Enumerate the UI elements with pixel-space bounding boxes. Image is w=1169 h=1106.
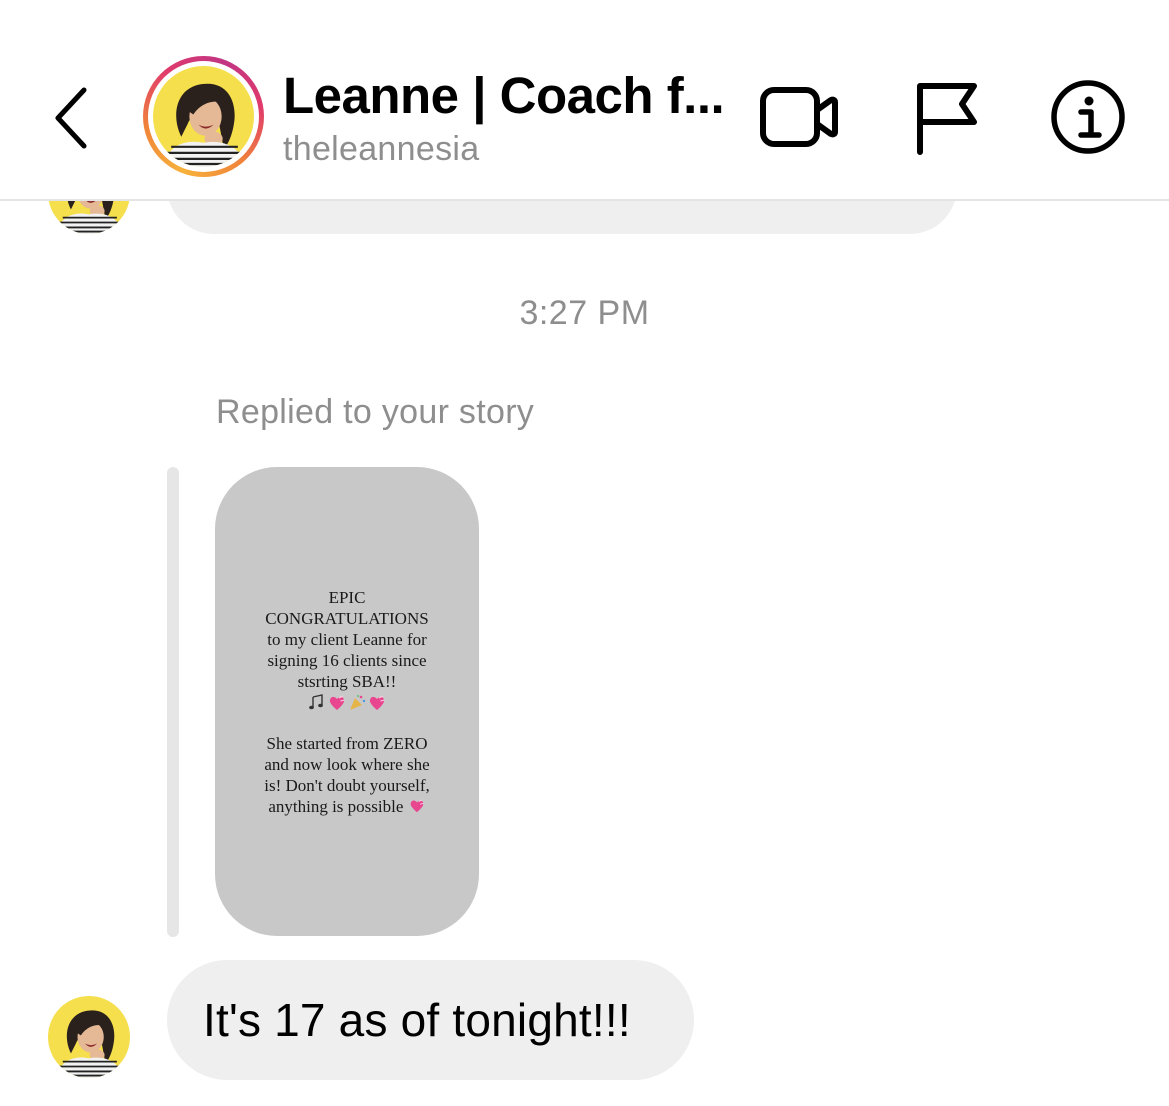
story-line: to my client Leanne for <box>267 629 427 649</box>
back-button[interactable] <box>40 78 100 158</box>
story-text: EPIC CONGRATULATIONS to my client Leanne… <box>237 587 457 817</box>
story-line: anything is possible <box>268 796 404 816</box>
replied-to-story-label: Replied to your story <box>216 393 535 431</box>
message-timestamp: 3:27 PM <box>519 294 650 332</box>
profile-avatar[interactable] <box>143 56 264 177</box>
heart-icon <box>410 798 424 812</box>
message-bubble[interactable]: It's 17 as of tonight!!! <box>167 960 694 1080</box>
story-preview[interactable]: EPIC CONGRATULATIONS to my client Leanne… <box>215 467 479 936</box>
chevron-left-icon <box>55 87 87 149</box>
story-line: stsrting SBA!! <box>297 671 397 691</box>
avatar-photo <box>153 66 254 167</box>
story-emoji-row <box>237 693 457 713</box>
message-text: It's 17 as of tonight!!! <box>203 994 631 1046</box>
story-line: EPIC <box>328 587 366 607</box>
party-popper-icon <box>350 694 366 710</box>
report-button[interactable] <box>905 75 985 159</box>
video-camera-icon <box>760 87 838 147</box>
story-line: is! Don't doubt yourself, <box>264 775 430 795</box>
story-line: and now look where she <box>264 754 430 774</box>
info-icon <box>1051 80 1125 154</box>
flag-icon <box>917 83 977 155</box>
contact-name[interactable]: Leanne | Coach f... <box>283 66 725 125</box>
reply-indicator-bar <box>167 467 179 937</box>
story-line: She started from ZERO <box>266 733 428 753</box>
chat-header: Leanne | Coach f... theleannesia <box>0 0 1169 201</box>
story-line: CONGRATULATIONS <box>265 608 429 628</box>
heart-icon <box>369 695 385 710</box>
info-button[interactable] <box>1045 74 1131 160</box>
heart-icon <box>329 695 345 710</box>
music-notes-icon <box>309 693 323 709</box>
sender-avatar[interactable] <box>48 996 130 1078</box>
story-line-with-emoji: anything is possible <box>237 796 457 817</box>
contact-username[interactable]: theleannesia <box>283 130 479 169</box>
video-call-button[interactable] <box>755 80 843 154</box>
story-line: signing 16 clients since <box>267 650 427 670</box>
